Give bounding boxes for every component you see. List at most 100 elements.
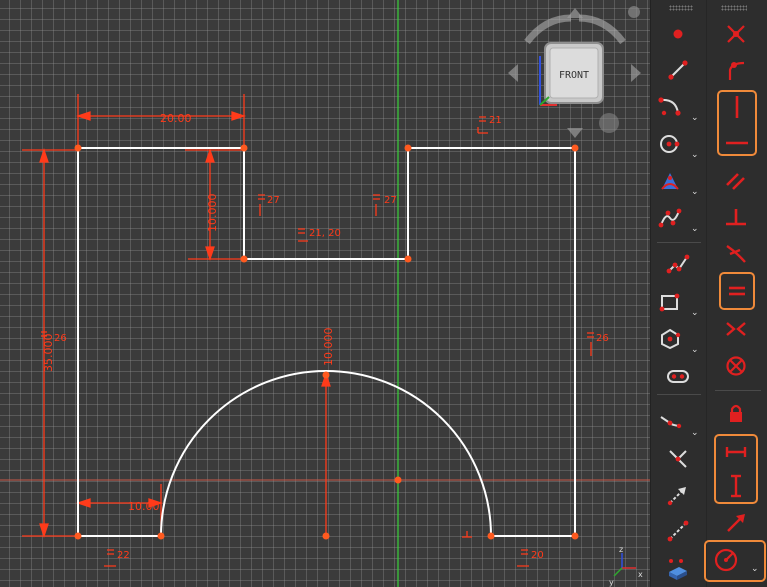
distance-constraint-button[interactable] — [723, 510, 749, 536]
line-tool-button[interactable] — [665, 57, 691, 83]
horizontal-distance-button[interactable] — [723, 439, 749, 465]
toolbar-separator — [715, 390, 761, 391]
constraint-label-26b: 26 — [596, 333, 609, 344]
equal-constraint-icon — [729, 286, 745, 296]
toolbar-grip[interactable] — [721, 5, 747, 11]
symmetric-constraint-icon — [726, 322, 746, 336]
circle-tool-button[interactable] — [657, 131, 683, 157]
slot-icon — [667, 370, 689, 383]
point-on-object-constraint-button[interactable] — [723, 57, 749, 83]
point-tool-button[interactable] — [665, 21, 691, 47]
polyline-tool-button[interactable] — [665, 251, 691, 277]
nav-arrow-right[interactable] — [631, 64, 641, 82]
point-icon — [673, 29, 683, 39]
circle-dropdown-arrow[interactable]: ⌄ — [691, 150, 701, 160]
svg-text:x: x — [638, 570, 643, 579]
horizontal-constraint-button[interactable] — [724, 130, 750, 156]
trim-tool-button[interactable] — [665, 446, 691, 472]
perpendicular-constraint-icon — [726, 209, 746, 226]
conic-icon — [661, 173, 679, 190]
trim-icon — [669, 450, 687, 468]
radius-constraint-button[interactable] — [712, 547, 738, 573]
bspline-tool-button[interactable] — [657, 205, 683, 231]
rotate-left-arrow[interactable] — [524, 14, 572, 45]
carbon-copy-tool-button[interactable] — [665, 556, 691, 582]
constraint-label-27a: 27 — [267, 195, 280, 206]
external-geometry-icon — [667, 520, 689, 542]
bspline-dropdown-arrow[interactable]: ⌄ — [691, 224, 701, 234]
block-constraint-button[interactable] — [723, 353, 749, 379]
carbon-copy-icon — [669, 559, 687, 580]
nav-arrow-up[interactable] — [567, 8, 583, 18]
sketcher-constraints-toolbar: ⌄ — [704, 0, 767, 587]
tangent-constraint-button[interactable] — [723, 241, 749, 267]
svg-text:z: z — [619, 545, 623, 554]
circle-icon — [660, 135, 680, 153]
sketcher-window: 20.00 10.000 35.000 10.000 10.00 21 27 2… — [0, 0, 767, 587]
parallel-constraint-button[interactable] — [723, 168, 749, 194]
toolbar-separator — [657, 394, 701, 395]
dimension-text-offset-bottom[interactable]: 10.00 — [128, 500, 160, 513]
coincident-constraint-button[interactable] — [723, 21, 749, 47]
conic-tool-button[interactable] — [657, 168, 683, 194]
coincident-constraint-icon — [727, 25, 745, 43]
polygon-dropdown-arrow[interactable]: ⌄ — [691, 345, 701, 355]
constraint-label-21-20: 21, 20 — [309, 228, 341, 239]
constraint-marks — [41, 116, 594, 567]
polygon-tool-button[interactable] — [657, 326, 683, 352]
lock-constraint-button[interactable] — [723, 400, 749, 426]
constraint-label-21: 21 — [489, 115, 502, 126]
rectangle-icon — [659, 293, 680, 312]
navigation-cube[interactable]: FRONT — [505, 6, 645, 141]
reset-view-button[interactable] — [599, 113, 619, 133]
vertical-distance-button[interactable] — [723, 473, 749, 499]
horizontal-constraint-icon — [726, 141, 748, 145]
view-menu-button[interactable] — [628, 6, 640, 18]
vertical-distance-icon — [731, 474, 741, 498]
arc-icon — [658, 97, 681, 116]
vertical-constraint-icon — [735, 96, 739, 118]
symmetric-constraint-button[interactable] — [723, 316, 749, 342]
toolbar-grip[interactable] — [669, 5, 693, 11]
dimension-text-notch-depth[interactable]: 10.000 — [206, 194, 219, 233]
extend-tool-button[interactable] — [665, 482, 691, 508]
svg-text:y: y — [609, 578, 614, 587]
arc-dropdown-arrow[interactable]: ⌄ — [691, 113, 701, 123]
horizontal-distance-icon — [725, 447, 747, 457]
line-icon — [668, 60, 688, 80]
vertical-constraint-button[interactable] — [724, 94, 750, 120]
rectangle-dropdown-arrow[interactable]: ⌄ — [691, 308, 701, 318]
distance-constraint-icon — [727, 514, 745, 532]
point-on-object-constraint-icon — [728, 61, 745, 80]
dimension-lines — [22, 94, 331, 539]
lock-constraint-icon — [730, 404, 742, 422]
parallel-constraint-icon — [726, 173, 745, 190]
rotate-right-arrow[interactable] — [578, 14, 626, 45]
fillet-icon — [660, 416, 682, 429]
dimension-text-width-top[interactable]: 20.00 — [160, 112, 192, 125]
bspline-icon — [658, 208, 682, 228]
toolbar-separator — [657, 242, 701, 243]
tangent-constraint-icon — [726, 245, 746, 263]
arc-tool-button[interactable] — [657, 93, 683, 119]
extend-icon — [667, 487, 686, 506]
perpendicular-constraint-button[interactable] — [723, 205, 749, 231]
sketch-viewport[interactable]: 20.00 10.000 35.000 10.000 10.00 21 27 2… — [0, 0, 650, 587]
radius-dropdown-arrow[interactable]: ⌄ — [751, 564, 761, 574]
axis-triad: z x y — [609, 545, 643, 587]
slot-tool-button[interactable] — [665, 363, 691, 389]
constraint-label-26a: 26 — [54, 333, 67, 344]
polygon-icon — [661, 328, 681, 350]
constraint-label-22: 22 — [117, 550, 130, 561]
fillet-dropdown-arrow[interactable]: ⌄ — [691, 428, 701, 438]
radius-constraint-icon — [714, 548, 738, 572]
dimension-text-radius[interactable]: 10.000 — [322, 328, 335, 367]
rectangle-tool-button[interactable] — [657, 289, 683, 315]
cube-face-label: FRONT — [559, 70, 589, 81]
conic-dropdown-arrow[interactable]: ⌄ — [691, 187, 701, 197]
nav-arrow-left[interactable] — [508, 64, 518, 82]
external-geometry-tool-button[interactable] — [665, 518, 691, 544]
equal-constraint-button[interactable] — [724, 278, 750, 304]
fillet-tool-button[interactable] — [657, 410, 683, 436]
nav-arrow-down[interactable] — [567, 128, 583, 138]
